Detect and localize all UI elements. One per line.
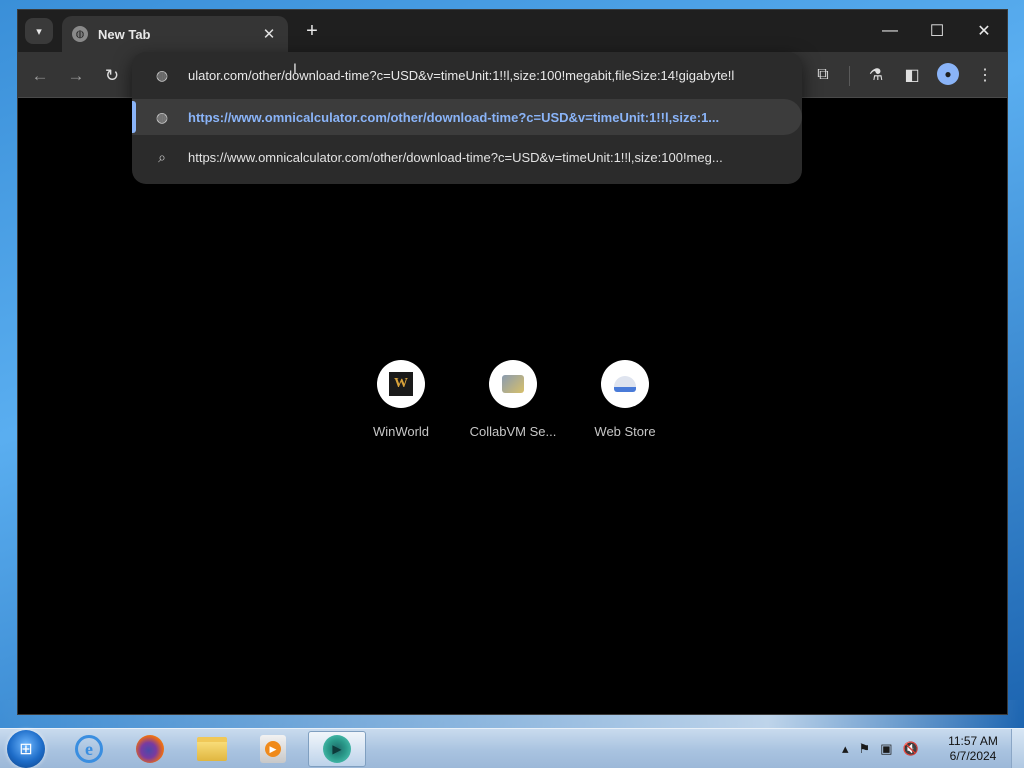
globe-icon: ◍ (155, 108, 169, 125)
start-button[interactable]: ⊞ (7, 730, 45, 768)
clock-date: 6/7/2024 (949, 749, 997, 763)
internet-explorer-icon: e (75, 735, 103, 763)
globe-icon: ◍ (72, 26, 88, 42)
web-store-icon (601, 360, 649, 408)
clock-time: 11:57 AM (948, 734, 998, 748)
kebab-menu-icon: ⋮ (977, 67, 993, 84)
tab-new-tab[interactable]: ◍ New Tab ✕ (62, 16, 288, 52)
profile-avatar[interactable]: ● (937, 63, 959, 85)
volume-muted-icon[interactable]: 🔇 (902, 741, 918, 757)
taskbar-internet-explorer[interactable]: e (63, 731, 115, 767)
flask-icon: ⚗ (868, 67, 884, 84)
show-hidden-icons-icon[interactable]: ▴ (842, 741, 849, 757)
shortcut-tile-winworld[interactable]: W WinWorld (353, 360, 449, 439)
shortcut-label: Web Store (594, 424, 656, 439)
omnibox-input-row[interactable]: ◍ ulator.com/other/download-time?c=USD&v… (132, 57, 802, 93)
reload-icon: ↻ (104, 66, 120, 85)
close-tab-icon[interactable]: ✕ (260, 25, 278, 43)
action-center-flag-icon[interactable]: ⚑ (859, 741, 871, 757)
system-tray: ▴ ⚑ ▣ 🔇 (842, 729, 919, 768)
globe-icon: ◍ (155, 66, 169, 83)
taskbar-explorer[interactable] (186, 731, 238, 767)
tab-search-button[interactable]: ▾ (25, 18, 53, 44)
taskbar: ⊞ e ▶ ▶ ▴ ⚑ ▣ 🔇 11:57 AM 6/7/2024 (0, 728, 1024, 768)
media-player-icon: ▶ (260, 735, 286, 763)
suggestion-item-search[interactable]: ⌕ https://www.omnicalculator.com/other/d… (132, 139, 802, 175)
firefox-icon (136, 735, 164, 763)
suggestion-url: https://www.omnicalculator.com/other/dow… (188, 109, 720, 125)
omnibox-dropdown[interactable]: ◍ ulator.com/other/download-time?c=USD&v… (132, 52, 802, 184)
puzzle-icon: ⧉ (817, 66, 829, 83)
taskbar-media-player[interactable]: ▶ (247, 731, 299, 767)
taskbar-browser[interactable]: ▶ (308, 731, 366, 767)
labs-button[interactable]: ⚗ (864, 63, 888, 87)
arrow-right-icon: → (67, 66, 85, 85)
suggestion-search-text: https://www.omnicalculator.com/other/dow… (188, 149, 723, 165)
tab-strip: ▾ ◍ New Tab ✕ + — ☐ ✕ (18, 10, 1007, 52)
text-cursor-icon: I (293, 60, 297, 76)
reload-button[interactable]: ↻ (100, 64, 124, 88)
new-tab-button[interactable]: + (300, 19, 324, 43)
browser-window: ▾ ◍ New Tab ✕ + — ☐ ✕ ← → ↻ ⧉ ⚗ ◧ ● ⋮ ◍ … (17, 9, 1008, 715)
tab-title: New Tab (98, 26, 151, 42)
arrow-left-icon: ← (31, 66, 49, 85)
suggestion-item-selected[interactable]: ◍ https://www.omnicalculator.com/other/d… (132, 99, 802, 135)
back-button[interactable]: ← (28, 64, 52, 88)
search-icon: ⌕ (158, 148, 166, 165)
extensions-button[interactable]: ⧉ (811, 63, 835, 87)
shortcut-label: CollabVM Se... (469, 424, 557, 439)
network-icon[interactable]: ▣ (880, 741, 892, 757)
side-panel-button[interactable]: ◧ (900, 63, 924, 87)
shortcut-label: WinWorld (372, 424, 430, 439)
maximize-button[interactable]: ☐ (917, 18, 957, 44)
taskbar-firefox[interactable] (124, 731, 176, 767)
shortcut-tile-web-store[interactable]: Web Store (577, 360, 673, 439)
minimize-button[interactable]: — (870, 18, 910, 44)
side-panel-icon: ◧ (904, 67, 920, 84)
address-input[interactable]: ulator.com/other/download-time?c=USD&v=t… (188, 68, 784, 83)
folder-icon (197, 737, 227, 761)
clock[interactable]: 11:57 AM 6/7/2024 (940, 734, 1006, 764)
shortcuts-grid: W WinWorld CollabVM Se... Web Store (348, 360, 678, 450)
toolbar-divider (849, 66, 850, 86)
close-window-button[interactable]: ✕ (964, 18, 1004, 44)
collabvm-icon (489, 360, 537, 408)
show-desktop-button[interactable] (1011, 729, 1024, 768)
shortcut-tile-collabvm[interactable]: CollabVM Se... (465, 360, 561, 439)
chevron-down-icon: ▾ (36, 25, 42, 38)
person-icon: ● (944, 67, 952, 81)
winworld-icon: W (377, 360, 425, 408)
browser-icon: ▶ (323, 735, 351, 763)
menu-button[interactable]: ⋮ (973, 63, 997, 87)
forward-button[interactable]: → (64, 64, 88, 88)
windows-logo-icon: ⊞ (19, 741, 33, 758)
